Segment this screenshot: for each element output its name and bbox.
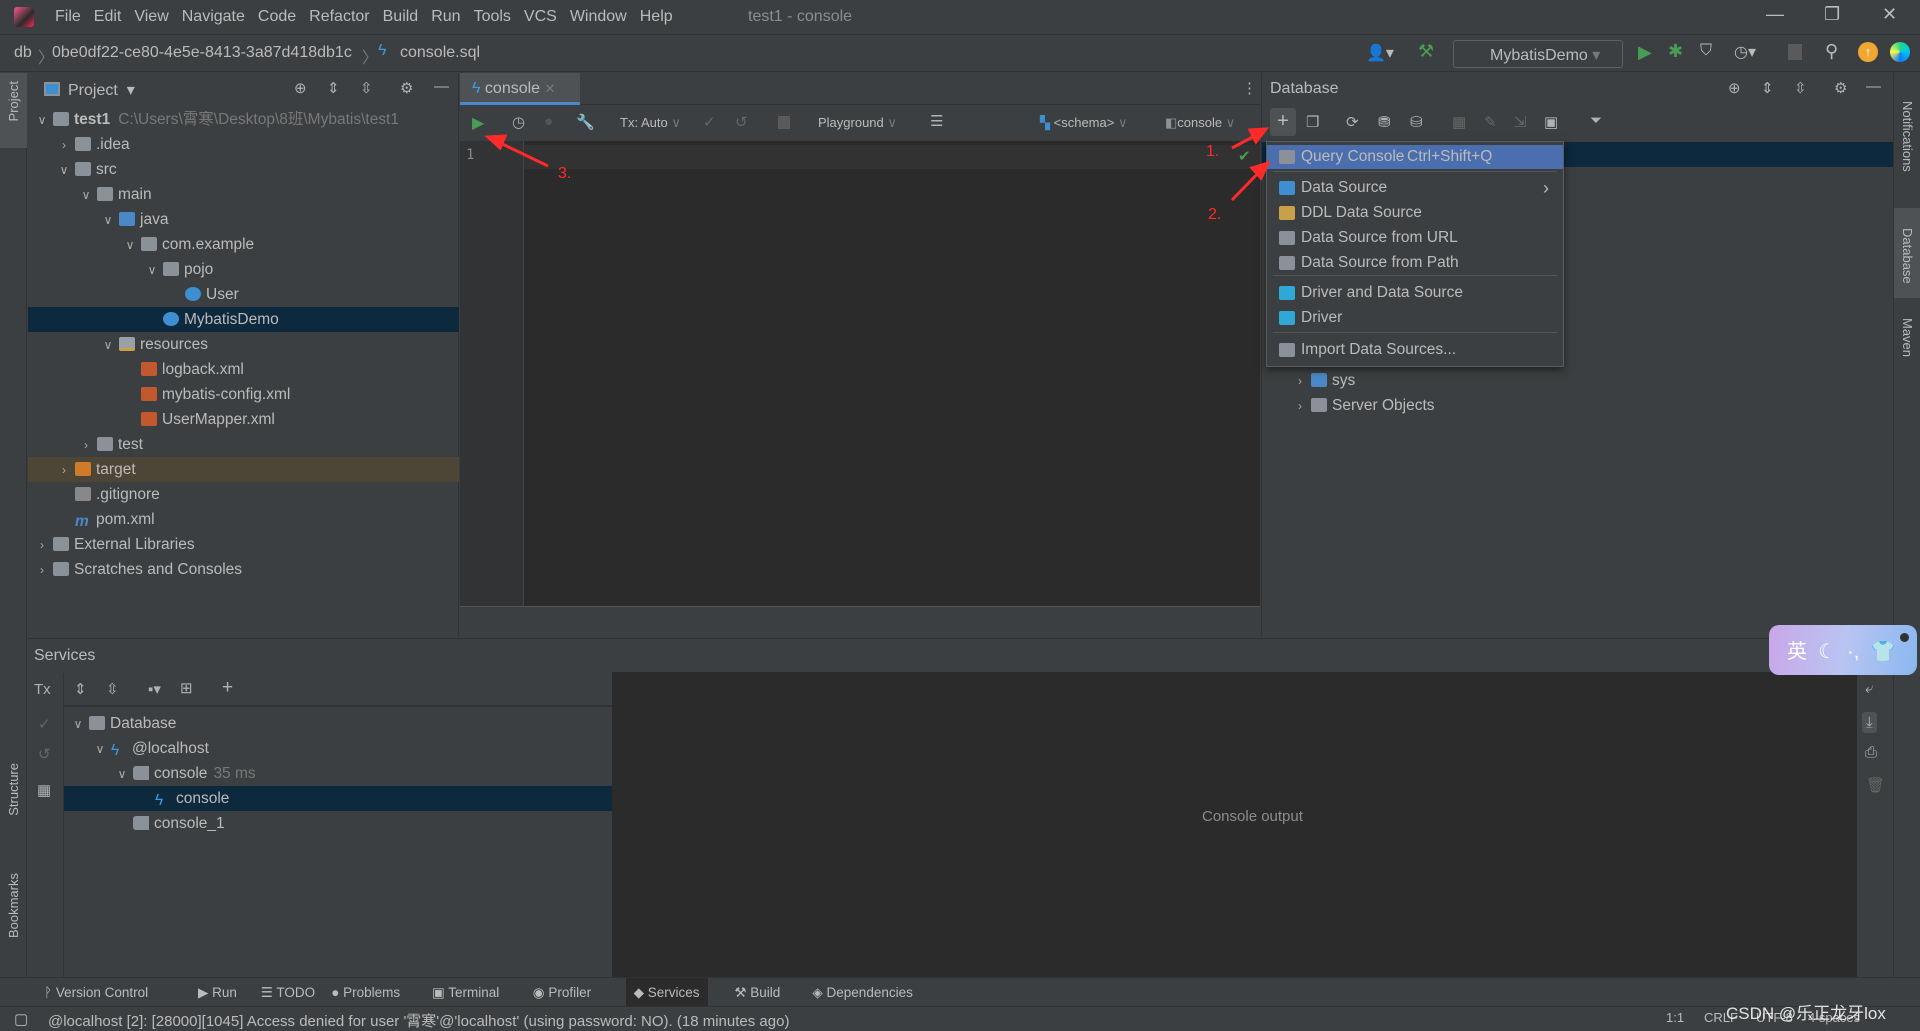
tab-label: Terminal [448,985,500,1000]
caret-position[interactable]: 1:1 [1666,1010,1684,1025]
services-left-toolbar: Tx ✓ ↺ ▦ [28,673,64,978]
run-icon: ▶ [198,985,213,1000]
annotation-label-2: 2. [1208,206,1222,223]
soft-wrap-icon[interactable]: ⤶ [1865,680,1873,697]
tree-item-label: @localhost [132,740,209,757]
tab-todo[interactable]: ☰ TODO [253,978,323,1007]
tab-label: Profiler [548,985,592,1000]
expand-all-icon[interactable]: ⇕ [74,680,87,698]
tree-item-label: console [176,790,230,807]
collapse-all-icon[interactable]: ⇳ [106,680,119,698]
commit-icon[interactable]: ✓ [38,715,51,733]
tab-label: Services [647,985,700,1000]
new-tab-icon[interactable]: ⊞ [180,679,193,697]
console-output-placeholder: Console output [1202,808,1303,825]
add-service-icon[interactable]: + [222,677,233,699]
folder-icon [89,716,105,730]
services-panel: Services Tx ✓ ↺ ▦ ⇕ ⇳ ▪▾ ⊞ + ∨ Database ∨ ϟ… [28,638,1892,978]
tab-label: Version Control [55,985,149,1000]
tab-label: TODO [276,985,316,1000]
tab-label: Build [750,985,781,1000]
tab-problems[interactable]: ● Problems [323,978,408,1007]
tx-mode-button[interactable]: Tx [34,681,51,698]
rollback-icon[interactable]: ↺ [38,745,51,763]
version-control-icon: ᚹ [44,985,56,1000]
group-by-icon[interactable]: ▪▾ [148,680,161,698]
services-tree: ∨ Database ∨ ϟ @localhost ∨ console 35 ms ϟ conso… [64,709,612,978]
tree-item-label: console_1 [154,815,225,832]
status-message[interactable]: @localhost [2]: [28000][1045] Access den… [48,1010,789,1031]
services-icon: ◆ [633,985,648,1000]
tree-item[interactable]: ∨ console 35 ms [64,761,612,786]
tree-item[interactable]: ∨ ϟ @localhost [64,736,612,761]
chevron-down-icon[interactable]: ∨ [92,737,108,762]
ime-toolbar[interactable]: 英 ☾ ·, 👕 [1769,625,1917,675]
tree-item-label: Database [110,715,177,732]
arrowhead-3 [484,134,508,151]
tree-item-duration: 35 ms [213,765,256,782]
csdn-watermark: CSDN @乐正龙牙lox [1726,1004,1886,1023]
chevron-down-icon[interactable]: ∨ [70,712,86,737]
status-bar: ▢ @localhost [2]: [28000][1045] Access d… [0,1004,1920,1031]
sql-icon: ϟ [155,792,164,809]
conn-icon [133,816,149,830]
tree-item[interactable]: ϟ console [64,786,612,811]
tab-terminal[interactable]: ▣ Terminal [424,978,507,1007]
terminal-icon: ▣ [432,985,449,1000]
conn-icon [133,766,149,780]
console-output-area: Console output [612,672,1857,978]
tree-item-label: console [154,765,208,782]
problems-icon: ● [331,985,344,1000]
arrowhead-1 [1247,127,1270,145]
toggle-tool-windows-icon[interactable]: ▢ [14,1010,28,1028]
tab-build[interactable]: ⚒ Build [726,978,788,1007]
chevron-down-icon[interactable]: ∨ [114,762,130,787]
tree-item[interactable]: console_1 [64,811,612,836]
tab-label: Dependencies [826,985,913,1000]
tab-label: Problems [343,985,401,1000]
annotation-label-3: 3. [558,165,572,182]
todo-icon: ☰ [260,985,277,1000]
profiler-icon: ◉ [532,985,549,1000]
tab-label: Run [212,985,237,1000]
layout-icon[interactable]: ▦ [37,781,51,799]
tree-item[interactable]: ∨ Database [64,711,612,736]
bottom-tool-bar: ᚹ Version Control ▶ Run ☰ TODO ● Problems ▣ … [0,977,1920,1007]
tab-services[interactable]: ◆ Services [625,978,708,1007]
trash-icon[interactable]: 🗑 [1866,776,1885,794]
dependencies-icon: ◈ [812,985,827,1000]
services-toolbar: ⇕ ⇳ ▪▾ ⊞ + [64,673,612,707]
tab-dependencies[interactable]: ◈ Dependencies [804,978,920,1007]
scroll-to-end-icon[interactable]: ⤓ [1862,712,1877,733]
tab-run[interactable]: ▶ Run [190,978,245,1007]
sql-icon: ϟ [111,742,120,759]
services-title: Services [34,647,96,664]
annotation-label-1: 1. [1206,143,1220,160]
print-icon[interactable]: ⎙ [1865,744,1877,761]
tab-version-control[interactable]: ᚹ Version Control [36,978,156,1007]
console-right-toolbar: ⤶ ⤓ ⎙ 🗑 [1857,672,1892,978]
tab-profiler[interactable]: ◉ Profiler [525,978,599,1007]
build-icon: ⚒ [734,985,751,1000]
